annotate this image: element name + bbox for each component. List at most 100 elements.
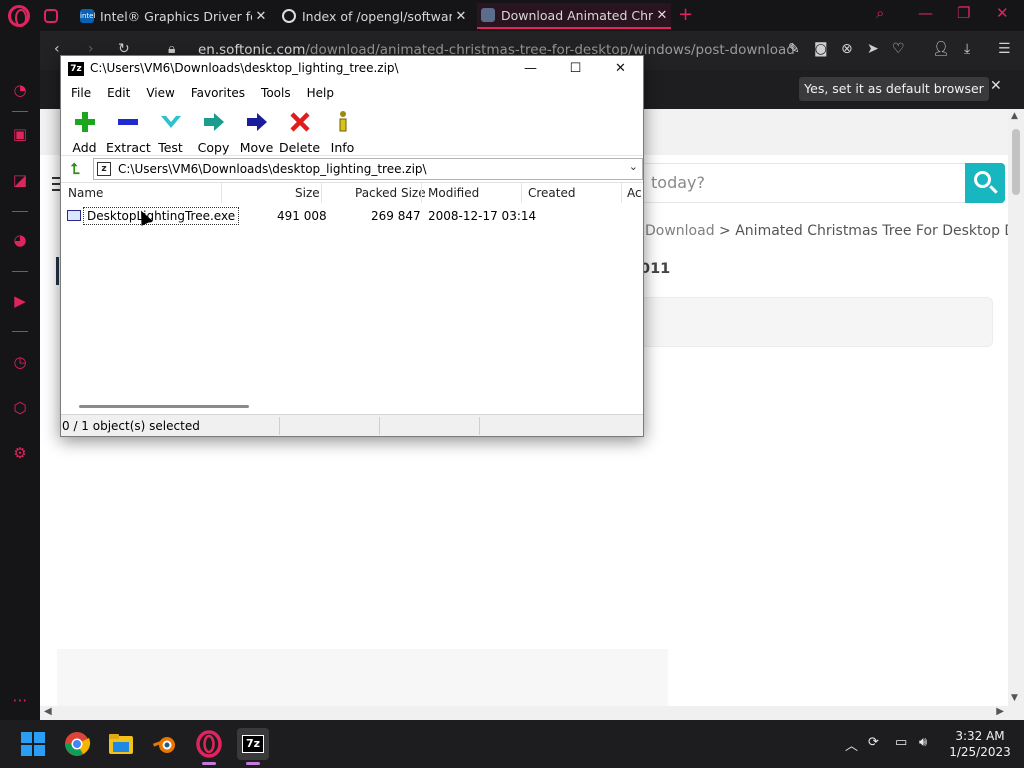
menu-favorites[interactable]: Favorites (185, 83, 251, 104)
folder-up-icon[interactable]: ⮤ (65, 159, 85, 179)
settings-gear-icon[interactable]: ⚙ (9, 442, 31, 464)
snapshot-icon[interactable]: ◙ (814, 41, 828, 57)
column-separator[interactable] (221, 183, 222, 203)
exe-file-icon (67, 210, 81, 221)
site-search-input[interactable]: today? (630, 163, 966, 203)
back-icon[interactable]: ‹ (54, 41, 60, 57)
easy-setup-icon[interactable]: ☰ (998, 41, 1011, 57)
scroll-down-icon[interactable]: ▼ (1011, 693, 1018, 703)
block-ads-icon[interactable]: ⊗ (841, 41, 853, 57)
maximize-button[interactable]: ☐ (553, 58, 598, 80)
column-header-attributes[interactable]: Ac (627, 186, 642, 200)
send-icon[interactable]: ➤ (867, 41, 879, 57)
column-header-created[interactable]: Created (528, 186, 576, 200)
tab-messenger[interactable] (44, 3, 76, 29)
tab-close-icon[interactable]: ✕ (452, 9, 470, 24)
add-label: Add (72, 140, 97, 155)
volume-icon[interactable]: 🔊︎ (919, 735, 927, 750)
opera-logo-icon[interactable] (8, 5, 30, 27)
menu-view[interactable]: View (140, 83, 180, 104)
add-button[interactable]: Add (63, 104, 106, 156)
copy-arrow-icon (204, 113, 224, 131)
extract-button[interactable]: Extract (106, 104, 151, 156)
sidebar-divider (12, 211, 28, 212)
column-header-name[interactable]: Name (68, 186, 103, 200)
menu-help[interactable]: Help (301, 83, 340, 104)
tab-intel-driver[interactable]: intel Intel® Graphics Driver for Windows… (80, 3, 270, 29)
tab-title: Download Animated Christmas Tree (501, 7, 653, 23)
sevenzip-titlebar[interactable]: 7z C:\Users\VM6\Downloads\desktop_lighti… (61, 56, 643, 83)
bookmark-heart-icon[interactable]: ♡ (892, 41, 905, 57)
new-tab-button[interactable]: + (678, 4, 693, 25)
tab-softonic-download[interactable]: Download Animated Christmas Tree ✕ (477, 3, 671, 29)
speed-dial-icon[interactable]: ◔ (9, 79, 31, 101)
edit-icon[interactable]: ✎ (788, 41, 800, 57)
account-icon[interactable]: 👤︎ (932, 41, 950, 57)
close-button[interactable]: ✕ (598, 58, 643, 80)
download-icon[interactable]: ⤓ (964, 41, 970, 57)
column-separator[interactable] (421, 183, 422, 203)
chevron-down-icon[interactable]: ⌄ (629, 160, 638, 173)
display-icon[interactable]: ▭ (895, 735, 907, 750)
move-button[interactable]: Move (235, 104, 278, 156)
extensions-icon[interactable]: ⬡ (9, 397, 31, 419)
player-icon[interactable]: ▶ (9, 290, 31, 312)
sync-icon[interactable]: ⟳ (868, 735, 879, 750)
copy-label: Copy (197, 140, 230, 155)
chrome-icon[interactable] (61, 728, 93, 760)
column-header-size[interactable]: Size (295, 186, 320, 200)
test-button[interactable]: Test (149, 104, 192, 156)
info-button[interactable]: Info (321, 104, 364, 156)
tab-opengl-index[interactable]: Index of /opengl/software ✕ (282, 3, 470, 29)
sevenzip-taskbar-icon[interactable]: 7z (237, 728, 269, 765)
scrollbar-thumb[interactable] (1012, 129, 1020, 195)
scroll-right-icon[interactable]: ▶ (996, 706, 1004, 717)
blender-icon[interactable] (149, 728, 181, 760)
breadcrumb-link-download[interactable]: Download (645, 223, 715, 239)
history-icon[interactable]: ◷ (9, 351, 31, 373)
page-vertical-scrollbar[interactable]: ▲ ▼ (1008, 109, 1024, 706)
chevron-up-icon[interactable]: ︿ (845, 735, 858, 754)
tab-search-icon[interactable]: ⌕ (876, 4, 884, 22)
infobar-close-icon[interactable]: ✕ (990, 78, 1002, 94)
search-icon (974, 171, 991, 188)
tab-close-icon[interactable]: ✕ (252, 9, 270, 24)
minimize-button[interactable]: — (508, 58, 553, 80)
messenger-icon (44, 9, 58, 23)
file-explorer-icon[interactable] (105, 728, 137, 760)
opera-taskbar-icon[interactable] (193, 728, 225, 765)
close-window-icon[interactable]: ✕ (996, 4, 1009, 22)
scroll-left-icon[interactable]: ◀ (44, 706, 52, 717)
more-options-icon[interactable]: ⋯ (9, 689, 31, 711)
column-header-modified[interactable]: Modified (428, 186, 479, 200)
twitch-icon[interactable]: ◪ (9, 169, 31, 191)
list-horizontal-scrollbar[interactable] (61, 398, 643, 415)
site-search-button[interactable] (965, 163, 1005, 203)
taskbar-clock[interactable]: 3:32 AM 1/25/2023 (944, 728, 1016, 760)
scroll-up-icon[interactable]: ▲ (1011, 111, 1018, 121)
breadcrumb-separator: > (719, 223, 731, 239)
delete-button[interactable]: Delete (278, 104, 321, 156)
path-combobox[interactable]: z C:\Users\VM6\Downloads\desktop_lightin… (93, 158, 643, 180)
page-horizontal-scrollbar[interactable]: ◀ ▶ (40, 706, 1024, 720)
column-separator[interactable] (521, 183, 522, 203)
tab-close-icon[interactable]: ✕ (653, 8, 671, 23)
copy-button[interactable]: Copy (192, 104, 235, 156)
column-header-packed-size[interactable]: Packed Size (355, 186, 426, 200)
start-windows-icon[interactable] (17, 728, 49, 760)
menu-tools[interactable]: Tools (255, 83, 297, 104)
restore-icon[interactable]: ❐ (957, 4, 970, 22)
minimize-icon[interactable]: — (918, 4, 933, 22)
sevenzip-window: 7z C:\Users\VM6\Downloads\desktop_lighti… (60, 55, 644, 437)
test-label: Test (158, 140, 183, 155)
menu-file[interactable]: File (65, 83, 97, 104)
set-default-browser-button[interactable]: Yes, set it as default browser (799, 77, 989, 101)
column-separator[interactable] (621, 183, 622, 203)
messenger-icon[interactable]: ◕ (9, 229, 31, 251)
status-divider (479, 417, 480, 435)
column-separator[interactable] (321, 183, 322, 203)
menu-edit[interactable]: Edit (101, 83, 136, 104)
shopping-icon[interactable]: ▣ (9, 123, 31, 145)
scrollbar-thumb[interactable] (79, 405, 249, 408)
file-name-cell[interactable]: DesktopLightingTree.exe (83, 207, 240, 225)
